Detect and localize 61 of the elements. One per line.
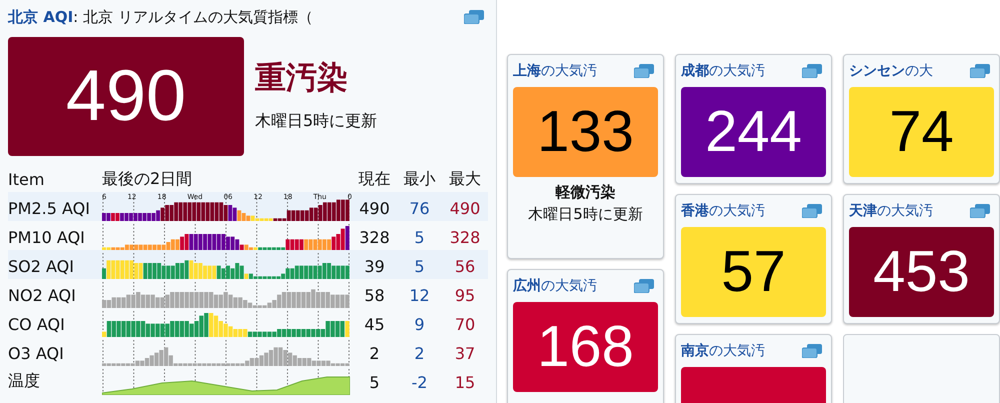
windows-icon[interactable] xyxy=(970,204,990,218)
item-name: SO2 AQI xyxy=(8,257,75,278)
history-header: 最後の2日間 xyxy=(102,168,194,190)
city-title[interactable]: 成都の大気汚 xyxy=(681,62,765,80)
min-value: -2 xyxy=(410,373,428,394)
aqi-value: 74 xyxy=(849,87,994,177)
city-title[interactable]: シンセンの大 xyxy=(849,62,933,80)
aqi-value: 133 xyxy=(513,87,658,177)
windows-icon[interactable] xyxy=(634,279,654,293)
windows-icon[interactable] xyxy=(634,64,654,78)
max-value: 37 xyxy=(454,344,476,365)
city-title[interactable]: 上海の大気汚 xyxy=(513,62,597,80)
current-value: 490 xyxy=(358,199,391,220)
max-value: 56 xyxy=(454,257,476,278)
windows-icon[interactable] xyxy=(970,64,990,78)
item-name: 温度 xyxy=(8,371,41,392)
current-value: 5 xyxy=(368,373,381,394)
current-header: 現在 xyxy=(358,168,392,190)
min-header: 最小 xyxy=(402,168,436,190)
max-header: 最大 xyxy=(448,168,482,190)
page-title: : 北京 リアルタイムの大気質指標（ xyxy=(73,8,313,26)
max-value: 328 xyxy=(448,228,482,249)
city-title[interactable]: 天津の大気汚 xyxy=(849,202,933,220)
current-value: 58 xyxy=(363,286,386,307)
update-time: 木曜日5時に更新 xyxy=(527,205,644,224)
city-title[interactable]: 広州の大気汚 xyxy=(513,277,597,295)
min-value: 2 xyxy=(413,344,426,365)
min-value: 9 xyxy=(413,315,426,336)
pollution-level: 重汚染 xyxy=(255,59,349,98)
max-value: 70 xyxy=(454,315,476,336)
city-title[interactable]: 南京の大気汚 xyxy=(681,342,765,360)
item-name: PM10 AQI xyxy=(8,228,86,249)
max-value: 95 xyxy=(454,286,476,307)
windows-icon[interactable] xyxy=(464,10,484,24)
current-value: 45 xyxy=(363,315,386,336)
update-time: 木曜日5時に更新 xyxy=(255,111,378,132)
aqi-value: 168 xyxy=(513,302,658,392)
item-header: Item xyxy=(8,170,46,188)
windows-icon[interactable] xyxy=(802,204,822,218)
item-name: NO2 AQI xyxy=(8,286,77,307)
city-link[interactable]: 北京 AQI xyxy=(8,8,74,26)
aqi-value: 57 xyxy=(681,227,826,317)
min-value: 5 xyxy=(413,228,426,249)
windows-icon[interactable] xyxy=(802,344,822,358)
min-value: 5 xyxy=(413,257,426,278)
aqi-value: 244 xyxy=(681,87,826,177)
current-value: 39 xyxy=(363,257,386,278)
min-value: 12 xyxy=(408,286,431,307)
city-title[interactable]: 香港の大気汚 xyxy=(681,202,765,220)
item-name: PM2.5 AQI xyxy=(8,199,91,220)
pollution-level: 軽微汚染 xyxy=(554,183,616,202)
item-name: O3 AQI xyxy=(8,344,65,365)
max-value: 490 xyxy=(448,199,482,220)
aqi-value: 490 xyxy=(8,37,244,156)
min-value: 76 xyxy=(408,199,431,220)
max-value: 15 xyxy=(454,373,476,394)
windows-icon[interactable] xyxy=(802,64,822,78)
aqi-value: 453 xyxy=(849,227,994,317)
item-name: CO AQI xyxy=(8,315,66,336)
current-value: 328 xyxy=(358,228,391,249)
current-value: 2 xyxy=(368,344,381,365)
